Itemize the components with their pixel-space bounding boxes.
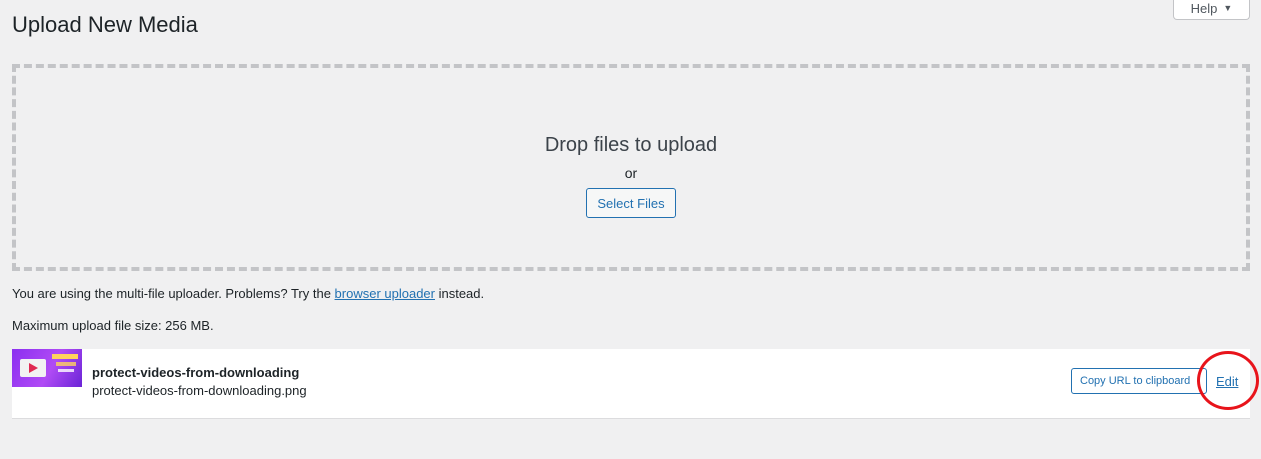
copy-url-button[interactable]: Copy URL to clipboard [1071, 368, 1207, 394]
drop-zone-title: Drop files to upload [544, 134, 718, 156]
select-files-button[interactable]: Select Files [586, 188, 676, 218]
uploader-note-prefix: You are using the multi-file uploader. P… [12, 286, 335, 301]
drop-zone[interactable]: Drop files to upload or Select Files [12, 64, 1250, 271]
browser-uploader-link[interactable]: browser uploader [335, 286, 435, 301]
drop-zone-or: or [624, 165, 638, 181]
media-item: protect-videos-from-downloading protect-… [12, 349, 1250, 419]
media-item-filename: protect-videos-from-downloading.png [92, 383, 307, 398]
help-button[interactable]: Help ▼ [1173, 0, 1250, 20]
edit-link[interactable]: Edit [1216, 374, 1238, 389]
max-upload-size: Maximum upload file size: 256 MB. [12, 318, 214, 333]
uploader-note: You are using the multi-file uploader. P… [12, 286, 484, 302]
caret-down-icon: ▼ [1223, 3, 1233, 13]
media-item-title: protect-videos-from-downloading [92, 365, 300, 380]
help-label: Help [1190, 0, 1218, 16]
image-thumbnail-icon [12, 349, 82, 387]
uploader-note-suffix: instead. [434, 286, 485, 301]
page-title: Upload New Media [12, 12, 198, 37]
video-play-icon [20, 359, 46, 377]
